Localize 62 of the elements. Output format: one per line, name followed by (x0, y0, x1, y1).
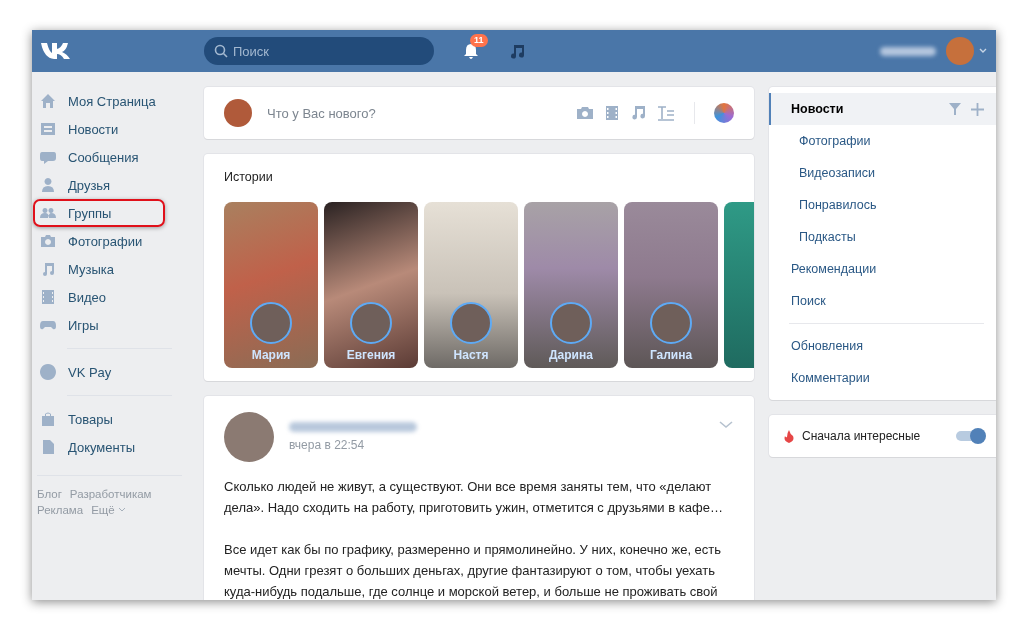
menu-item[interactable]: Комментарии (769, 362, 996, 394)
avatar (224, 99, 252, 127)
text-format-icon[interactable] (657, 105, 675, 121)
sidebar-item[interactable]: Моя Страница (33, 87, 165, 115)
story-card[interactable]: Дарина (524, 202, 618, 368)
caret-icon[interactable] (978, 47, 988, 55)
sidebar-item[interactable]: Игры (33, 311, 165, 339)
sidebar-item[interactable]: Товары (33, 405, 165, 433)
story-card[interactable]: Галина (624, 202, 718, 368)
sidebar-item[interactable]: Видео (33, 283, 165, 311)
sidebar-item[interactable]: Сообщения (33, 143, 165, 171)
story-card[interactable]: Евгения (324, 202, 418, 368)
avatar[interactable] (224, 412, 274, 462)
film-icon[interactable] (605, 105, 619, 121)
section-title: Истории (224, 170, 274, 184)
camera-icon[interactable] (576, 105, 594, 121)
menu-item[interactable]: Обновления (769, 330, 996, 362)
story-name: Галина (649, 348, 693, 362)
sidebar-item[interactable]: VK Pay (33, 358, 165, 386)
sidebar-item[interactable]: Новости (33, 115, 165, 143)
story-card[interactable] (724, 202, 754, 368)
search-icon (214, 44, 228, 58)
menu-item[interactable]: Поиск (769, 285, 996, 317)
post-paragraph: Сколько людей не живут, а существуют. Они все время заняты тем, что «делают дела». Надо сходить на работу, приготовить ужин, отметится с друзьями в кафе… (224, 478, 724, 517)
filter-icon[interactable] (949, 103, 961, 115)
blurred-user-name[interactable] (880, 46, 936, 56)
sidebar-item[interactable]: Фотографии (33, 227, 165, 255)
caret-icon (117, 507, 126, 513)
story-name: Дарина (549, 348, 593, 362)
music-note-icon[interactable] (508, 42, 526, 60)
avatar (650, 302, 692, 344)
menu-item[interactable]: Понравилось (769, 189, 996, 221)
logo-icon[interactable] (40, 42, 72, 60)
story-name: Мария (251, 348, 291, 362)
avatar (350, 302, 392, 344)
blurred-author-name[interactable] (289, 422, 417, 432)
music-note-icon[interactable] (630, 105, 646, 121)
sidebar-item[interactable]: Документы (33, 433, 165, 461)
plus-icon[interactable] (971, 102, 984, 116)
flame-icon (784, 429, 794, 443)
story-card[interactable]: Мария (224, 202, 318, 368)
post-paragraph: Все идет как бы по графику, размеренно и прямолинейно. У них, конечно же, есть мечты. Одни грезят о больших деньгах, другие фантазируют о том, чтобы уехать куда-нибудь подальше, где солнце и морской ветер, и больше не проживать свой (224, 541, 723, 600)
bell-icon[interactable] (462, 42, 480, 60)
toggle-switch[interactable] (956, 431, 984, 441)
sidebar-item[interactable]: Друзья (33, 171, 165, 199)
menu-item[interactable]: Рекомендации (769, 253, 996, 285)
story-name: Настя (453, 348, 489, 362)
avatar[interactable] (714, 103, 734, 123)
search-field[interactable]: Поиск (204, 37, 434, 65)
avatar (250, 302, 292, 344)
menu-item[interactable]: Новости (769, 93, 996, 125)
avatar (550, 302, 592, 344)
menu-item[interactable]: Подкасты (769, 221, 996, 253)
menu-item[interactable]: Видеозаписи (769, 157, 996, 189)
story-name: Евгения (346, 348, 396, 362)
notification-count: 11 (470, 34, 488, 47)
avatar (450, 302, 492, 344)
toggle-label: Сначала интересные (802, 429, 922, 443)
menu-item[interactable]: Фотографии (769, 125, 996, 157)
sidebar-item[interactable]: Группы (33, 199, 165, 227)
chevron-down-icon[interactable] (718, 420, 734, 430)
sidebar-item[interactable]: Музыка (33, 255, 165, 283)
